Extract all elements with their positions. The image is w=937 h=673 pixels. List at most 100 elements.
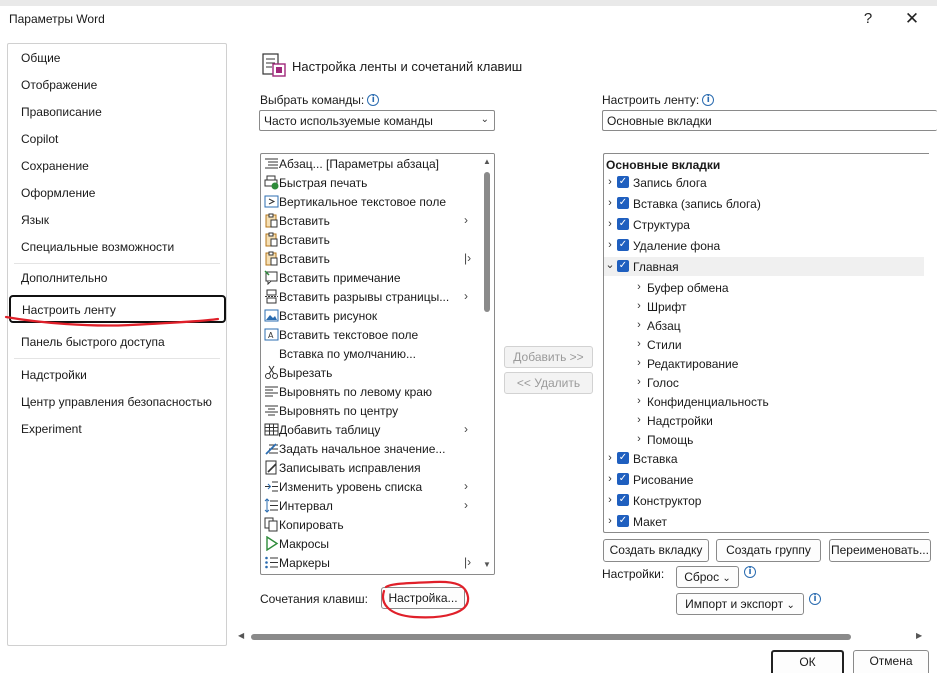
chevron-right-icon[interactable]: › [634,433,644,445]
nav-item-accessibility[interactable]: Специальные возможности [21,240,174,254]
checkbox-checked-icon[interactable]: ✓ [617,473,629,485]
chevron-right-icon[interactable]: › [605,197,615,209]
tree-item-outlining[interactable]: › ✓ Структура [604,215,924,234]
list-item[interactable]: Быстрая печать [261,173,480,192]
tree-item-clipboard-group[interactable]: › Буфер обмена [604,278,924,297]
remove-button[interactable]: << Удалить [504,372,593,394]
chevron-right-icon[interactable]: › [634,281,644,293]
commands-scrollbar[interactable]: ▲ ▼ [480,154,494,574]
list-item[interactable]: Записывать исправления [261,458,480,477]
ribbon-tabs-tree[interactable]: Основные вкладки › ✓ Запись блога › ✓ Вс… [603,153,929,533]
nav-item-advanced[interactable]: Дополнительно [21,271,107,285]
chevron-right-icon[interactable]: › [634,414,644,426]
nav-item-proofing[interactable]: Правописание [21,105,102,119]
choose-commands-combo[interactable]: Часто используемые команды ⌄ [259,110,495,131]
nav-item-copilot[interactable]: Copilot [21,132,58,146]
scroll-right-icon[interactable]: ▶ [916,631,922,640]
chevron-right-icon[interactable]: › [634,376,644,388]
import-export-button[interactable]: Импорт и экспорт ⌄ [676,593,804,615]
tree-item-editing-group[interactable]: › Редактирование [604,354,924,373]
customize-shortcuts-button[interactable]: Настройка... [381,587,465,609]
tree-item-design[interactable]: › ✓ Конструктор [604,491,924,510]
new-group-button[interactable]: Создать группу [716,539,821,562]
nav-item-general[interactable]: Общие [21,51,60,65]
nav-item-language[interactable]: Язык [21,213,49,227]
scroll-up-icon[interactable]: ▲ [483,157,491,166]
nav-item-design[interactable]: Оформление [21,186,95,200]
ok-button[interactable]: ОК [771,650,844,673]
chevron-right-icon[interactable]: › [605,176,615,188]
tree-item-blog-post[interactable]: › ✓ Запись блога [604,173,924,192]
chevron-right-icon[interactable]: › [605,515,615,527]
chevron-right-icon[interactable]: › [605,239,615,251]
list-item[interactable]: Интервал › [261,496,480,515]
chevron-right-icon[interactable]: › [605,494,615,506]
checkbox-checked-icon[interactable]: ✓ [617,176,629,188]
list-item[interactable]: Вставить рисунок [261,306,480,325]
chevron-right-icon[interactable]: › [634,357,644,369]
tree-item-layout[interactable]: › ✓ Макет [604,512,924,531]
tree-item-draw[interactable]: › ✓ Рисование [604,470,924,489]
list-item[interactable]: Задать начальное значение... [261,439,480,458]
nav-item-addins[interactable]: Надстройки [21,368,87,382]
list-item[interactable]: Абзац... [Параметры абзаца] [261,154,480,173]
new-tab-button[interactable]: Создать вкладку [603,539,709,562]
chevron-right-icon[interactable]: › [605,218,615,230]
tree-item-home[interactable]: ⌄ ✓ Главная [604,257,924,276]
tree-item-font-group[interactable]: › Шрифт [604,297,924,316]
checkbox-checked-icon[interactable]: ✓ [617,260,629,272]
scrollbar-thumb[interactable] [484,172,490,312]
nav-item-trust-center[interactable]: Центр управления безопасностью [21,395,212,409]
list-item[interactable]: Вставить примечание [261,268,480,287]
list-item[interactable]: Вертикальное текстовое поле [261,192,480,211]
customize-ribbon-combo[interactable]: Основные вкладки [602,110,937,131]
nav-item-display[interactable]: Отображение [21,78,97,92]
list-item[interactable]: Копировать [261,515,480,534]
nav-item-customize-ribbon[interactable]: Настроить ленту [9,295,226,323]
list-item[interactable]: Вставить разрывы страницы... › [261,287,480,306]
chevron-right-icon[interactable]: › [605,452,615,464]
add-button[interactable]: Добавить >> [504,346,593,368]
tree-item-voice-group[interactable]: › Голос [604,373,924,392]
chevron-right-icon[interactable]: › [634,338,644,350]
info-icon[interactable]: i [744,566,756,578]
list-item[interactable]: Добавить таблицу › [261,420,480,439]
info-icon[interactable]: i [809,593,821,605]
cancel-button[interactable]: Отмена [853,650,929,673]
nav-item-experiment[interactable]: Experiment [21,422,82,436]
chevron-right-icon[interactable]: › [605,473,615,485]
list-item[interactable]: Выровнять по левому краю [261,382,480,401]
info-icon[interactable]: i [702,94,715,106]
chevron-down-icon[interactable]: ⌄ [605,258,615,271]
list-item[interactable]: Изменить уровень списка › [261,477,480,496]
nav-item-save[interactable]: Сохранение [21,159,89,173]
list-item[interactable]: Вставить [261,230,480,249]
scrollbar-thumb[interactable] [251,634,851,640]
tree-item-insert-blog[interactable]: › ✓ Вставка (запись блога) [604,194,924,213]
chevron-right-icon[interactable]: › [634,395,644,407]
tree-item-addins-group[interactable]: › Надстройки [604,411,924,430]
tree-item-privacy-group[interactable]: › Конфиденциальность [604,392,924,411]
checkbox-checked-icon[interactable]: ✓ [617,515,629,527]
tree-item-help-group[interactable]: › Помощь [604,430,924,449]
checkbox-checked-icon[interactable]: ✓ [617,239,629,251]
list-item[interactable]: Вставить |› [261,249,480,268]
scroll-down-icon[interactable]: ▼ [483,560,491,569]
checkbox-checked-icon[interactable]: ✓ [617,494,629,506]
chevron-right-icon[interactable]: › [634,300,644,312]
tree-item-insert[interactable]: › ✓ Вставка [604,449,924,468]
tree-item-background-removal[interactable]: › ✓ Удаление фона [604,236,924,255]
tree-item-paragraph-group[interactable]: › Абзац [604,316,924,335]
list-item[interactable]: Вставить › [261,211,480,230]
list-item[interactable]: Выровнять по центру [261,401,480,420]
reset-button[interactable]: Сброс ⌄ [676,566,739,588]
list-item[interactable]: Вырезать [261,363,480,382]
chevron-right-icon[interactable]: › [634,319,644,331]
scroll-left-icon[interactable]: ◀ [238,631,244,640]
list-item[interactable]: Вставка по умолчанию... [261,344,480,363]
tree-item-styles-group[interactable]: › Стили [604,335,924,354]
nav-item-quick-access-toolbar[interactable]: Панель быстрого доступа [21,335,165,349]
list-item[interactable]: Маркеры |› [261,553,480,572]
help-button[interactable]: ? [852,6,884,32]
close-button[interactable]: ✕ [896,6,928,32]
